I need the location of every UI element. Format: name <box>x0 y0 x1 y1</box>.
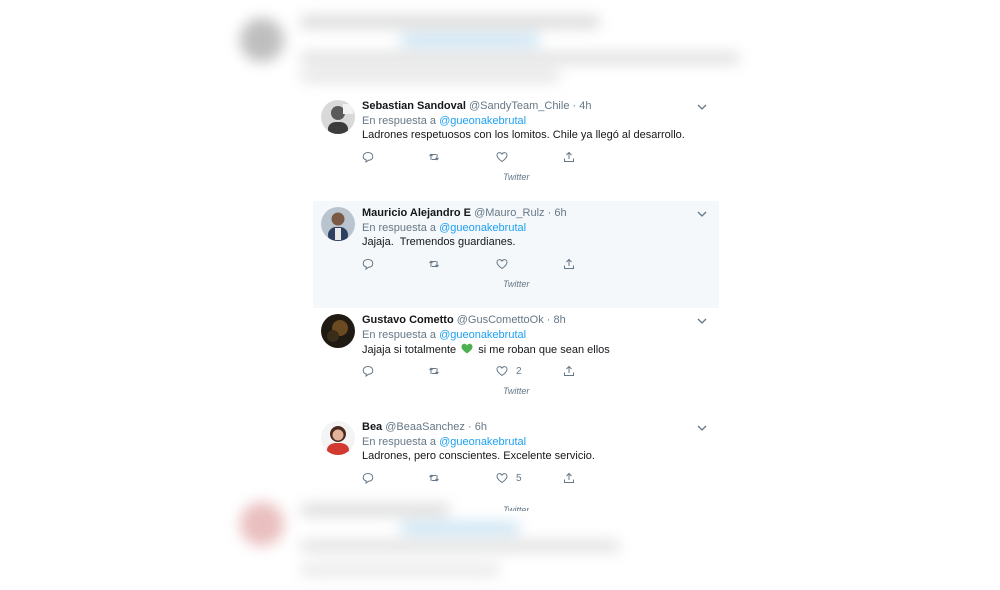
chevron-down-icon[interactable] <box>697 423 707 433</box>
tweet-text-part-2: si me roban que sean ellos <box>478 344 610 356</box>
retweet-icon <box>429 367 439 375</box>
separator-dot: · <box>572 100 577 112</box>
retweet-button[interactable] <box>428 471 440 485</box>
tweet-3[interactable]: Gustavo Cometto @GusComettoOk · 8h En re… <box>313 308 719 415</box>
reply-button[interactable] <box>362 471 374 485</box>
user-handle[interactable]: @SandyTeam_Chile <box>469 100 569 112</box>
like-button[interactable] <box>496 257 516 271</box>
reply-prefix: En respuesta a <box>362 115 436 127</box>
reply-icon <box>362 472 374 484</box>
tweet-header: Mauricio Alejandro E @Mauro_Rulz · 6h <box>362 207 567 219</box>
person-photo-icon <box>321 314 355 348</box>
like-count: 5 <box>516 472 522 484</box>
share-icon <box>564 472 574 483</box>
user-handle[interactable]: @Mauro_Rulz <box>474 207 544 219</box>
tweet-4[interactable]: Bea @BeaaSanchez · 6h En respuesta a @gu… <box>313 415 719 511</box>
reply-button[interactable] <box>362 257 374 271</box>
tweet-header: Sebastian Sandoval @SandyTeam_Chile · 4h <box>362 100 592 112</box>
share-button[interactable] <box>563 364 575 378</box>
reply-icon <box>362 258 374 270</box>
like-count: 2 <box>516 365 522 377</box>
tweet-actions: 5 <box>362 471 602 485</box>
avatar[interactable] <box>321 314 355 348</box>
heart-icon <box>496 259 508 270</box>
tweet-text: Jajaja. Tremendos guardianes. <box>362 236 516 248</box>
tweet-time[interactable]: 6h <box>554 207 566 219</box>
chevron-down-icon[interactable] <box>697 209 707 219</box>
tweet-source: Twitter <box>503 386 530 396</box>
retweet-button[interactable] <box>428 150 440 164</box>
tweet-header: Gustavo Cometto @GusComettoOk · 8h <box>362 314 566 326</box>
reply-icon <box>362 151 374 163</box>
share-icon <box>564 365 574 376</box>
reply-context: En respuesta a @gueonakebrutal <box>362 329 526 341</box>
retweet-icon <box>429 260 439 268</box>
tweet-time[interactable]: 4h <box>579 100 591 112</box>
share-icon <box>564 258 574 269</box>
avatar[interactable] <box>321 100 355 134</box>
tweet-text: Ladrones respetuosos con los lomitos. Ch… <box>362 129 685 141</box>
green-heart-icon <box>461 343 473 354</box>
retweet-icon <box>429 153 439 161</box>
tweet-time[interactable]: 8h <box>554 314 566 326</box>
blurred-previous-tweet <box>230 0 770 92</box>
display-name[interactable]: Gustavo Cometto <box>362 314 454 326</box>
chevron-down-icon[interactable] <box>697 102 707 112</box>
tweet-text: Jajaja si totalmente si me roban que sea… <box>362 343 610 356</box>
reply-mention-link[interactable]: @gueonakebrutal <box>439 115 526 127</box>
blurred-next-tweet <box>230 498 650 590</box>
tweet-actions: 2 <box>362 364 602 378</box>
reply-button[interactable] <box>362 150 374 164</box>
tweet-text-part-1: Jajaja si totalmente <box>362 344 457 356</box>
tweet-1[interactable]: Sebastian Sandoval @SandyTeam_Chile · 4h… <box>313 94 719 201</box>
avatar[interactable] <box>321 421 355 455</box>
reply-prefix: En respuesta a <box>362 222 436 234</box>
tweet-time[interactable]: 6h <box>475 421 487 433</box>
reply-mention-link[interactable]: @gueonakebrutal <box>439 436 526 448</box>
share-button[interactable] <box>563 257 575 271</box>
tweet-source: Twitter <box>503 172 530 182</box>
reply-context: En respuesta a @gueonakebrutal <box>362 436 526 448</box>
reply-icon <box>362 365 374 377</box>
avatar[interactable] <box>321 207 355 241</box>
heart-icon <box>496 152 508 163</box>
replies-feed: Sebastian Sandoval @SandyTeam_Chile · 4h… <box>313 94 719 511</box>
tweet-text: Ladrones, pero conscientes. Excelente se… <box>362 450 595 462</box>
reply-mention-link[interactable]: @gueonakebrutal <box>439 329 526 341</box>
person-photo-icon <box>321 100 355 134</box>
person-photo-icon <box>321 207 355 241</box>
heart-icon <box>496 366 508 377</box>
reply-prefix: En respuesta a <box>362 436 436 448</box>
tweet-2[interactable]: Mauricio Alejandro E @Mauro_Rulz · 6h En… <box>313 201 719 308</box>
retweet-button[interactable] <box>428 257 440 271</box>
display-name[interactable]: Mauricio Alejandro E <box>362 207 471 219</box>
tweet-header: Bea @BeaaSanchez · 6h <box>362 421 487 433</box>
reply-button[interactable] <box>362 364 374 378</box>
chevron-down-icon[interactable] <box>697 316 707 326</box>
share-button[interactable] <box>563 471 575 485</box>
tweet-source: Twitter <box>503 279 530 289</box>
share-button[interactable] <box>563 150 575 164</box>
display-name[interactable]: Sebastian Sandoval <box>362 100 466 112</box>
user-handle[interactable]: @BeaaSanchez <box>385 421 465 433</box>
tweet-actions <box>362 257 602 271</box>
like-button[interactable] <box>496 150 516 164</box>
retweet-button[interactable] <box>428 364 440 378</box>
separator-dot: · <box>547 207 552 219</box>
reply-mention-link[interactable]: @gueonakebrutal <box>439 222 526 234</box>
separator-dot: · <box>546 314 551 326</box>
person-photo-icon <box>321 421 355 455</box>
user-handle[interactable]: @GusComettoOk <box>457 314 544 326</box>
retweet-icon <box>429 474 439 482</box>
reply-context: En respuesta a @gueonakebrutal <box>362 115 526 127</box>
tweet-actions <box>362 150 602 164</box>
heart-icon <box>496 473 508 484</box>
reply-context: En respuesta a @gueonakebrutal <box>362 222 526 234</box>
like-button[interactable]: 2 <box>496 364 522 378</box>
display-name[interactable]: Bea <box>362 421 382 433</box>
separator-dot: · <box>467 421 472 433</box>
reply-prefix: En respuesta a <box>362 329 436 341</box>
share-icon <box>564 151 574 162</box>
like-button[interactable]: 5 <box>496 471 522 485</box>
